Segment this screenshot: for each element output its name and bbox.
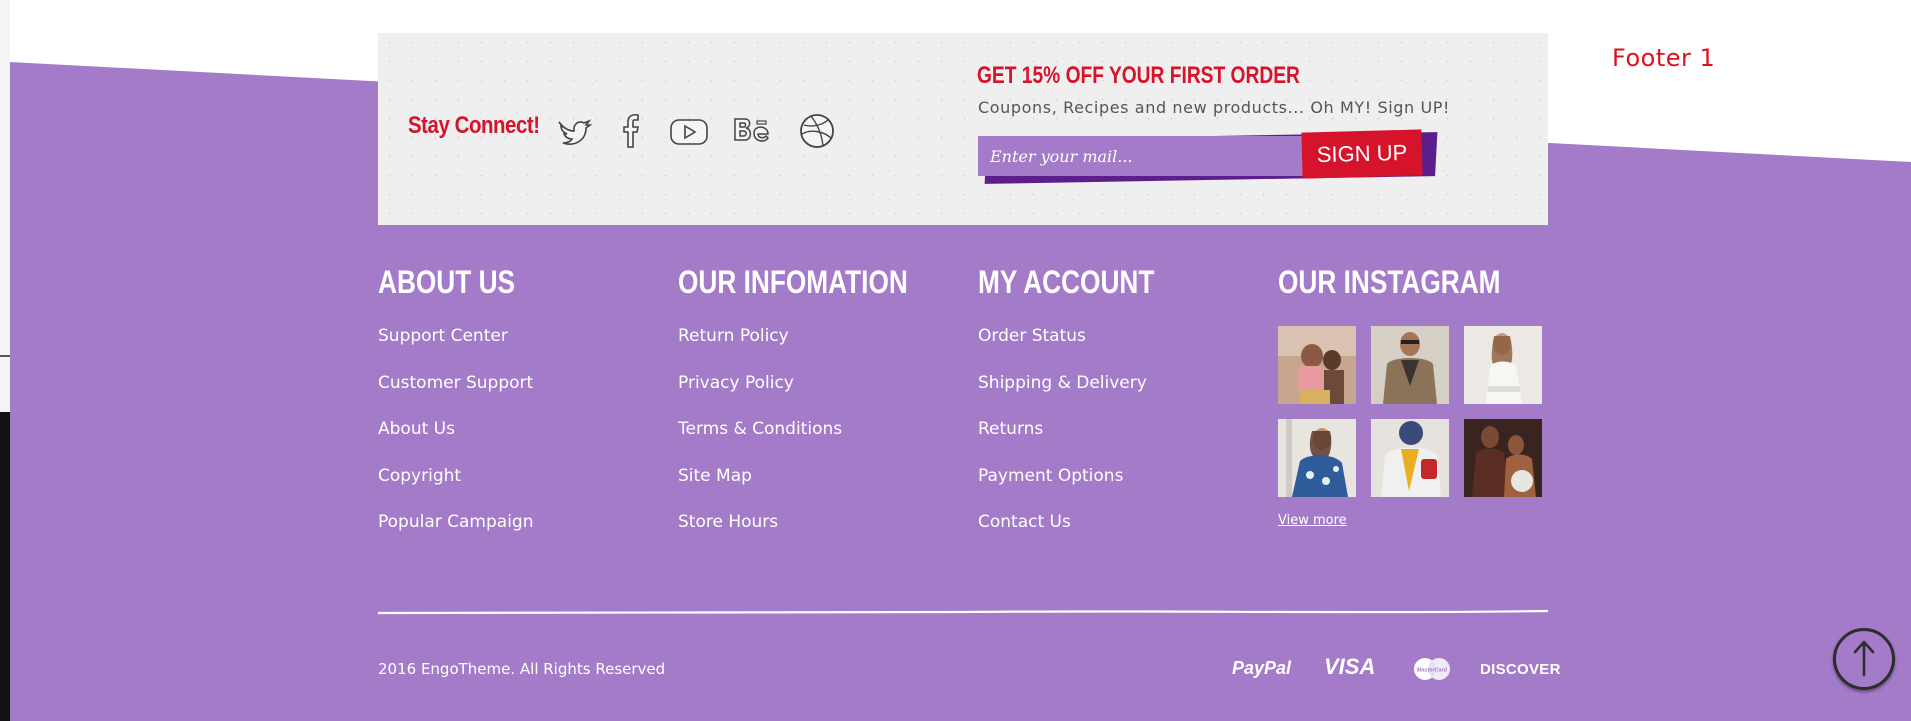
link-return-policy[interactable]: Return Policy: [678, 326, 789, 346]
column-title: OUR INSTAGRAM: [1278, 264, 1501, 300]
behance-icon[interactable]: [731, 110, 773, 152]
link-order-status[interactable]: Order Status: [978, 326, 1086, 346]
footer-divider: [378, 609, 1548, 615]
promo-subtitle: Coupons, Recipes and new products... Oh …: [978, 98, 1451, 117]
visa-icon: VISA: [1324, 654, 1376, 679]
link-privacy-policy[interactable]: Privacy Policy: [678, 373, 794, 393]
twitter-icon[interactable]: [553, 110, 595, 152]
instagram-photo[interactable]: [1464, 419, 1542, 497]
link-copyright[interactable]: Copyright: [378, 466, 461, 486]
svg-text:MasterCard: MasterCard: [1417, 668, 1448, 674]
mastercard-icon: MasterCard: [1414, 658, 1450, 680]
youtube-icon[interactable]: [668, 110, 710, 152]
link-store-hours[interactable]: Store Hours: [678, 512, 778, 532]
dribbble-icon[interactable]: [796, 110, 838, 152]
instagram-photo[interactable]: [1371, 326, 1449, 404]
my-account-column: MY ACCOUNT Order Status Shipping & Deliv…: [978, 264, 1193, 559]
instagram-photo[interactable]: [1278, 419, 1356, 497]
column-title: MY ACCOUNT: [978, 264, 1155, 300]
browser-edge: [0, 0, 10, 721]
link-about-us[interactable]: About Us: [378, 419, 455, 439]
promo-title: GET 15% OFF YOUR FIRST ORDER: [977, 62, 1300, 89]
link-customer-support[interactable]: Customer Support: [378, 373, 533, 393]
edge-marker: [0, 355, 10, 357]
edge-dark-panel: [0, 412, 10, 721]
arrow-up-icon: [1853, 640, 1875, 677]
link-contact-us[interactable]: Contact Us: [978, 512, 1071, 532]
copyright-text: 2016 EngoTheme. All Rights Reserved: [378, 660, 666, 678]
link-support-center[interactable]: Support Center: [378, 326, 508, 346]
our-information-column: OUR INFOMATION Return Policy Privacy Pol…: [678, 264, 958, 559]
facebook-icon[interactable]: [611, 110, 653, 152]
stay-connect-heading: Stay Connect!: [408, 112, 540, 139]
view-more-link[interactable]: View more: [1278, 513, 1347, 528]
column-title: OUR INFOMATION: [678, 264, 908, 300]
column-title: ABOUT US: [378, 264, 516, 300]
paypal-icon: PayPal: [1232, 658, 1292, 678]
link-popular-campaign[interactable]: Popular Campaign: [378, 512, 534, 532]
link-terms-conditions[interactable]: Terms & Conditions: [678, 419, 842, 439]
link-payment-options[interactable]: Payment Options: [978, 466, 1123, 486]
about-us-column: ABOUT US Support Center Customer Support…: [378, 264, 545, 559]
scroll-to-top-button[interactable]: [1833, 628, 1895, 690]
email-field[interactable]: [978, 136, 1303, 176]
sign-up-button[interactable]: SIGN UP: [1301, 129, 1423, 179]
instagram-photo[interactable]: [1464, 326, 1542, 404]
link-returns[interactable]: Returns: [978, 419, 1043, 439]
link-shipping-delivery[interactable]: Shipping & Delivery: [978, 373, 1147, 393]
footer-variant-label: Footer 1: [1612, 44, 1716, 72]
instagram-photo[interactable]: [1278, 326, 1356, 404]
instagram-column: OUR INSTAGRAM: [1278, 264, 1549, 304]
discover-icon: DISCOVER: [1480, 661, 1561, 678]
instagram-photo[interactable]: [1371, 419, 1449, 497]
link-site-map[interactable]: Site Map: [678, 466, 752, 486]
